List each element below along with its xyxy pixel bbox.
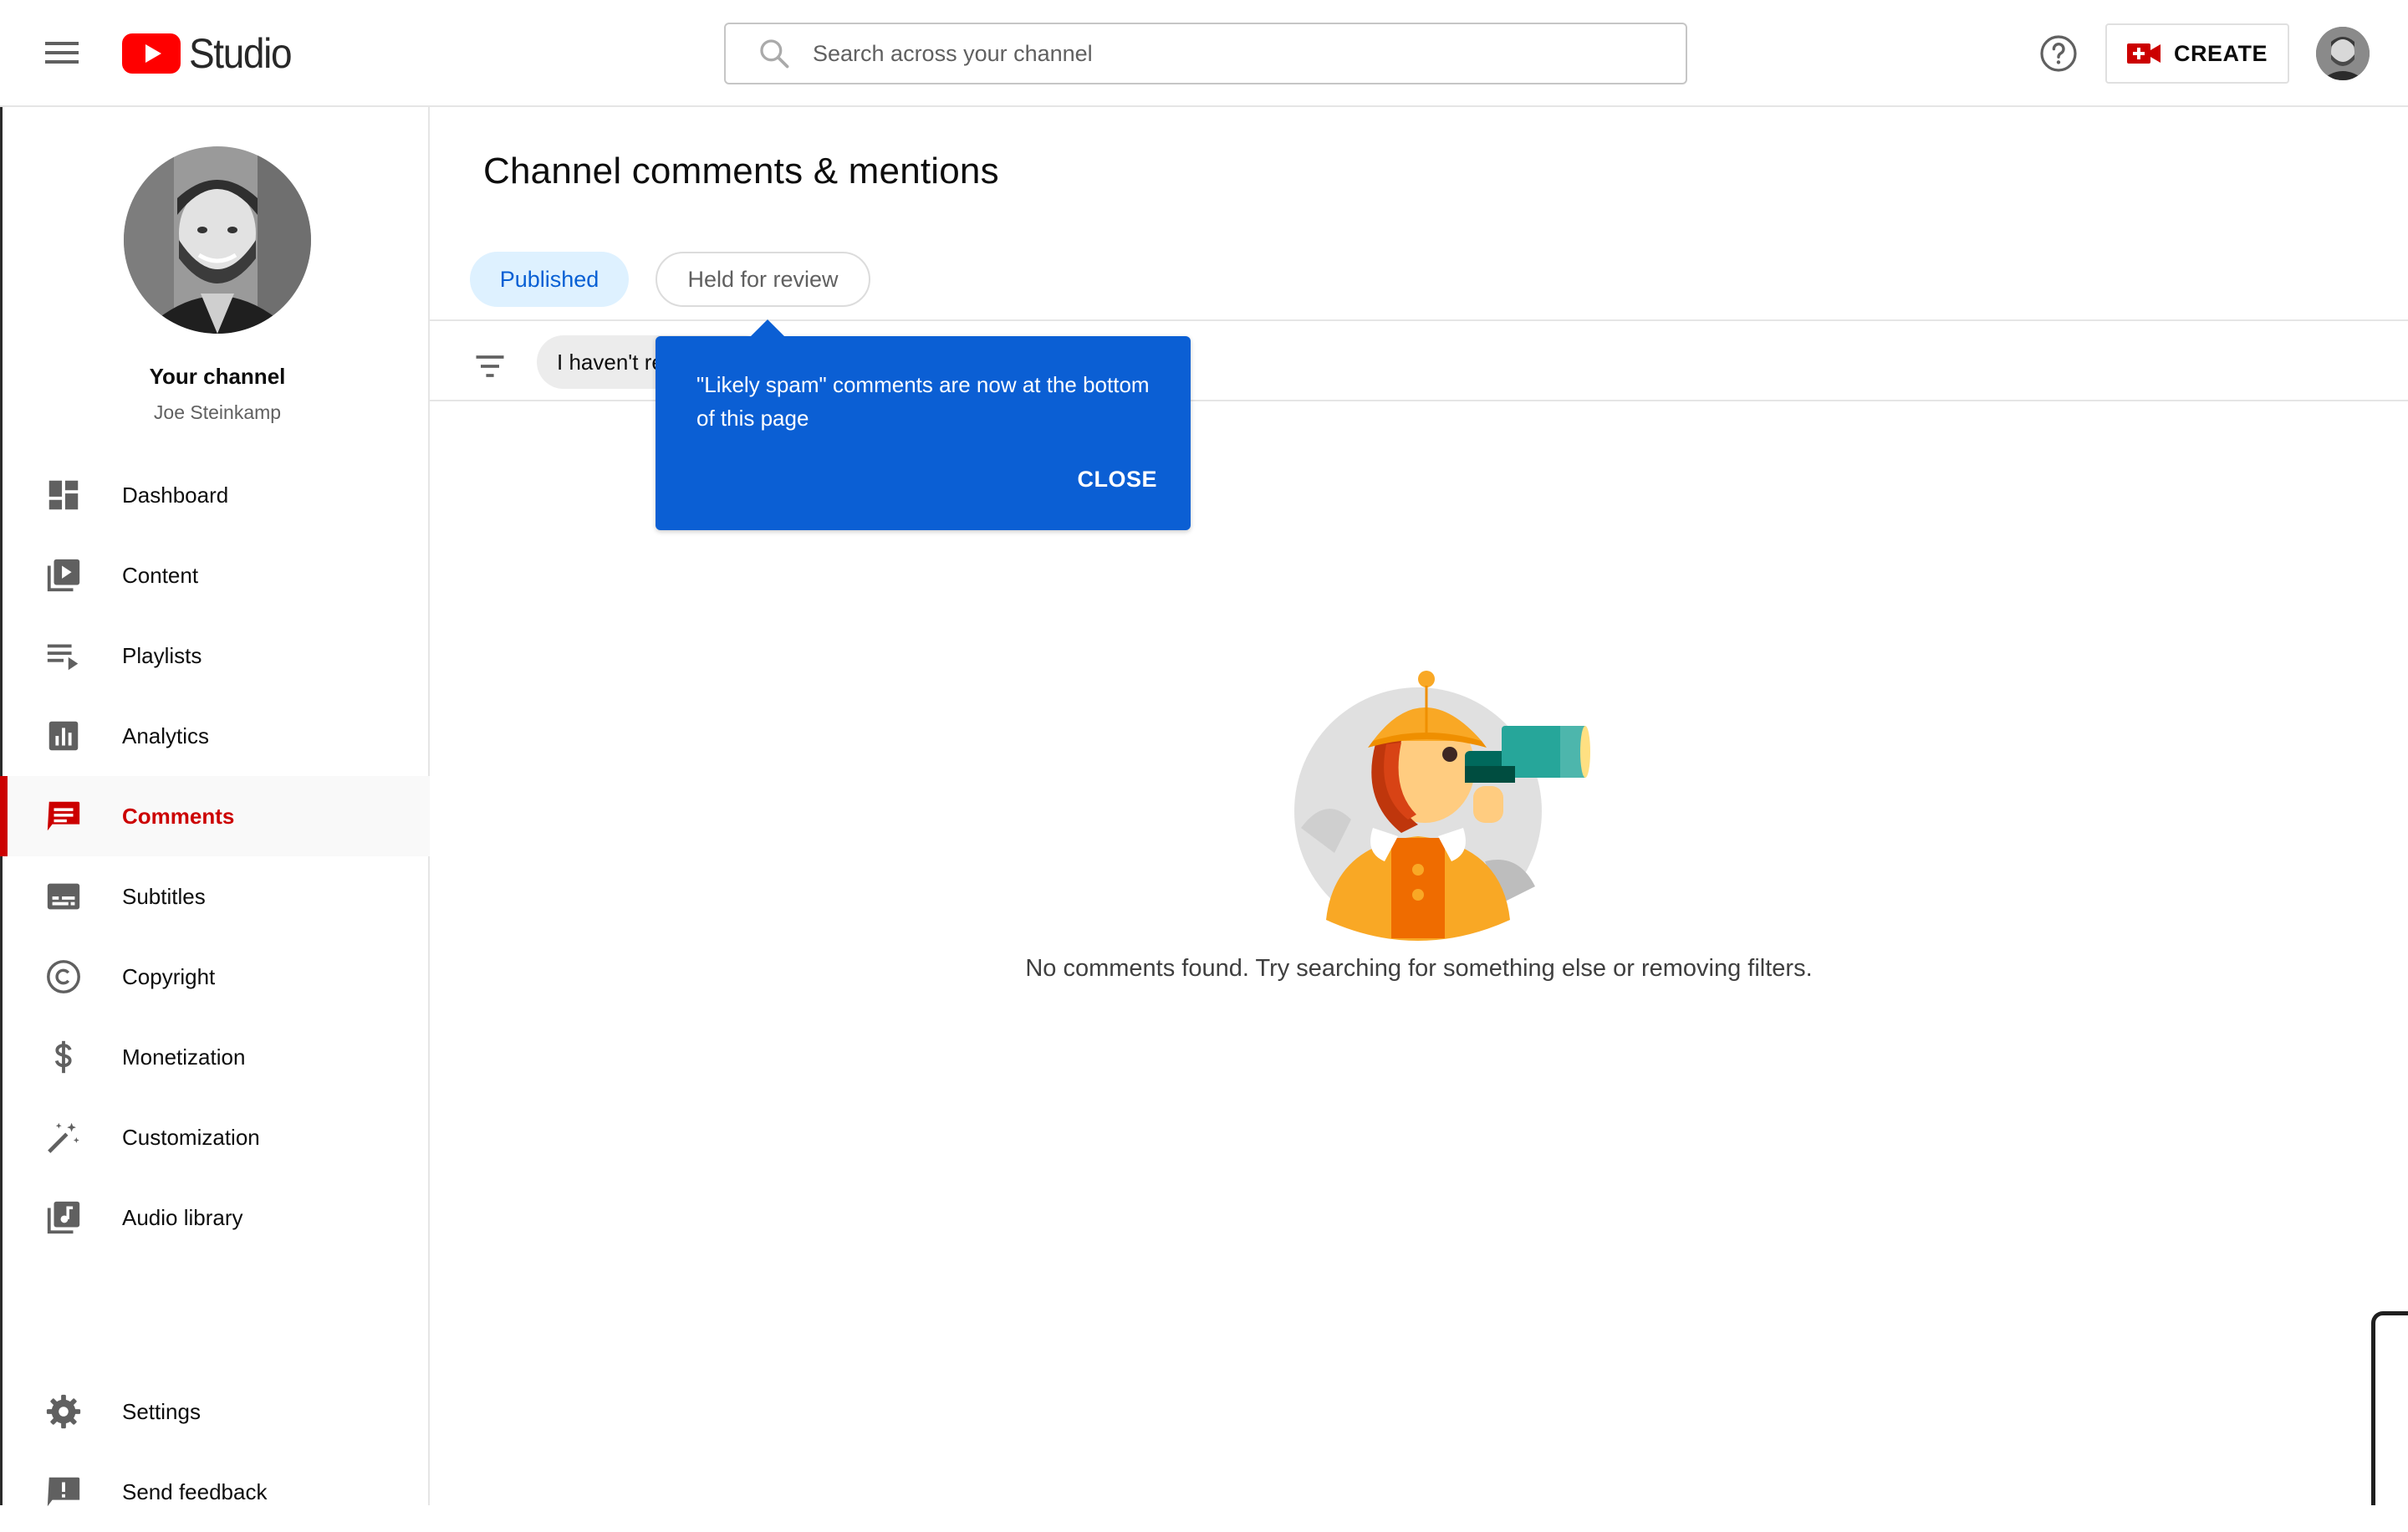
channel-avatar-image xyxy=(124,146,311,334)
content-icon xyxy=(47,559,80,592)
sidebar-item-content[interactable]: Content xyxy=(3,535,430,615)
tab-published[interactable]: Published xyxy=(470,252,629,307)
create-label: CREATE xyxy=(2173,40,2268,66)
tooltip-close-button[interactable]: CLOSE xyxy=(1077,467,1157,493)
studio-logo[interactable]: Studio xyxy=(122,30,300,77)
help-icon[interactable] xyxy=(2038,33,2079,74)
sidebar-item-comments[interactable]: Comments xyxy=(0,776,430,856)
audio-library-icon xyxy=(47,1201,80,1234)
top-bar: Studio CREATE xyxy=(0,0,2408,107)
sidebar-item-audio-library[interactable]: Audio library xyxy=(3,1177,430,1258)
sidebar-item-label: Analytics xyxy=(122,723,210,748)
create-button[interactable]: CREATE xyxy=(2105,23,2289,84)
playlists-icon xyxy=(47,644,79,671)
channel-avatar[interactable] xyxy=(124,146,311,334)
main-content: Channel comments & mentions Published He… xyxy=(430,107,2408,1505)
logo-text: Studio xyxy=(189,30,293,77)
avatar-image xyxy=(2316,27,2370,80)
dashboard-icon xyxy=(48,480,79,510)
page-title: Channel comments & mentions xyxy=(483,151,999,192)
sidebar-item-label: Send feedback xyxy=(122,1478,268,1504)
channel-name: Joe Steinkamp xyxy=(153,401,282,423)
copyright-icon xyxy=(47,960,80,993)
sidebar-item-label: Audio library xyxy=(122,1204,243,1230)
sidebar-item-monetization[interactable]: Monetization xyxy=(3,1017,430,1097)
gear-icon xyxy=(46,1394,81,1429)
youtube-logo-icon xyxy=(122,33,181,74)
filter-icon[interactable] xyxy=(472,348,508,385)
sidebar: Your channel Joe Steinkamp Dashboard Con… xyxy=(0,107,430,1507)
search-input[interactable] xyxy=(811,39,1564,68)
sidebar-item-label: Content xyxy=(122,562,199,588)
sidebar-item-customization[interactable]: Customization xyxy=(3,1097,430,1177)
search-bar[interactable] xyxy=(724,23,1687,84)
sidebar-item-dashboard[interactable]: Dashboard xyxy=(3,455,430,535)
sidebar-item-label: Settings xyxy=(122,1398,201,1424)
tooltip-arrow xyxy=(749,319,786,338)
sidebar-item-label: Customization xyxy=(122,1124,260,1150)
dollar-icon xyxy=(54,1040,72,1074)
comments-icon xyxy=(47,801,80,831)
sidebar-item-label: Copyright xyxy=(122,963,216,989)
account-avatar[interactable] xyxy=(2316,27,2370,80)
sidebar-item-send-feedback[interactable]: Send feedback xyxy=(3,1452,430,1532)
sidebar-item-label: Dashboard xyxy=(122,482,229,508)
binoculars-illustration xyxy=(1294,671,1590,941)
sidebar-item-label: Comments xyxy=(122,803,235,829)
channel-title: Your channel xyxy=(149,364,286,389)
sidebar-item-label: Playlists xyxy=(122,642,202,668)
magic-wand-icon xyxy=(48,1122,79,1153)
empty-state-message: No comments found. Try searching for som… xyxy=(1025,955,1813,982)
hamburger-menu-icon[interactable] xyxy=(42,37,82,70)
sidebar-item-label: Monetization xyxy=(122,1044,246,1070)
search-icon[interactable] xyxy=(756,35,793,72)
feedback-icon xyxy=(47,1477,80,1507)
spam-info-tooltip: "Likely spam" comments are now at the bo… xyxy=(656,319,1191,530)
sidebar-item-copyright[interactable]: Copyright xyxy=(3,937,430,1017)
sidebar-item-settings[interactable]: Settings xyxy=(3,1371,430,1452)
sidebar-item-analytics[interactable]: Analytics xyxy=(3,696,430,776)
analytics-icon xyxy=(48,721,79,751)
sidebar-item-playlists[interactable]: Playlists xyxy=(3,615,430,696)
video-camera-icon xyxy=(2126,43,2161,64)
divider xyxy=(430,319,2408,321)
tooltip-text: "Likely spam" comments are now at the bo… xyxy=(696,372,1150,431)
subtitles-icon xyxy=(47,883,80,910)
tab-held-for-review[interactable]: Held for review xyxy=(656,252,870,307)
sidebar-item-label: Subtitles xyxy=(122,883,206,909)
screenshot-thumbnail-preview[interactable] xyxy=(2371,1311,2408,1505)
sidebar-item-subtitles[interactable]: Subtitles xyxy=(3,856,430,937)
